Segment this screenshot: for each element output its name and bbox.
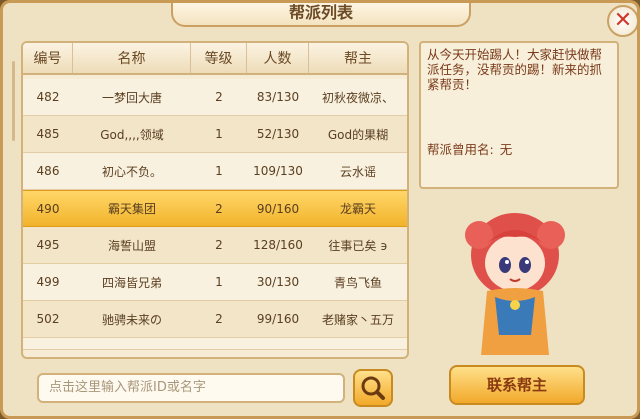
cell-leader: 云水谣 [339, 164, 376, 179]
table-header: 编号 名称 等级 人数 帮主 [23, 43, 407, 75]
cell-id: 502 [36, 312, 60, 326]
cell-level: 2 [215, 201, 223, 216]
guild-list-panel: 帮派列表 ✕ 编号 名称 等级 人数 帮主 482 一梦回大唐 2 83/130… [0, 0, 640, 419]
table-row[interactable]: 486 初心不负。 1 109/130 云水谣 [23, 153, 407, 190]
cell-leader: 青鸟飞鱼 [333, 275, 382, 290]
cell-members: 128/160 [253, 238, 303, 252]
cell-leader: 老赌家丶五万 [321, 312, 394, 327]
cell-level: 2 [215, 90, 223, 104]
cell-level: 1 [215, 275, 223, 289]
guild-table: 编号 名称 等级 人数 帮主 482 一梦回大唐 2 83/130 初秋夜微凉、… [21, 41, 409, 359]
cell-members: 90/160 [256, 201, 300, 216]
cell-id: 482 [36, 90, 60, 104]
cell-id: 499 [36, 275, 60, 289]
mascot-character-image [465, 205, 565, 355]
guild-notice-box: 从今天开始踢人！大家赶快做帮派任务，没帮贡的踢！新来的抓紧帮贡！ 帮派曾用名: 无 [419, 41, 619, 189]
list-scrollbar[interactable] [9, 41, 19, 361]
cell-name: 海誓山盟 [107, 238, 156, 253]
table-row[interactable]: 499 四海皆兄弟 1 30/130 青鸟飞鱼 [23, 264, 407, 301]
close-icon: ✕ [613, 8, 633, 33]
cell-leader: 初秋夜微凉、 [321, 90, 394, 105]
cell-members: 99/160 [256, 312, 300, 326]
cell-members: 30/130 [256, 275, 300, 289]
cell-members: 83/130 [256, 90, 300, 104]
table-row[interactable]: 485 God,,,,领域 1 52/130 God的果糊 [23, 116, 407, 153]
former-name-label: 帮派曾用名: [427, 142, 494, 157]
cell-members: 52/130 [256, 127, 300, 141]
table-row-selected[interactable]: 490 霸天集团 2 90/160 龙霸天 [23, 190, 407, 227]
cell-level: 2 [215, 312, 223, 326]
cell-id: 495 [36, 238, 60, 252]
table-row[interactable]: 502 驰骋未来の 2 99/160 老赌家丶五万 [23, 301, 407, 338]
cell-level: 1 [215, 127, 223, 141]
cell-leader: God的果糊 [327, 127, 389, 142]
cell-id: 490 [36, 201, 60, 216]
cell-leader: 往事已矣 ϶ [328, 238, 388, 253]
search-input[interactable]: 点击这里输入帮派ID或名字 [37, 373, 345, 403]
header-level: 等级 [191, 43, 247, 73]
cell-id: 486 [36, 164, 60, 178]
header-leader: 帮主 [344, 51, 372, 67]
header-id: 编号 [23, 43, 73, 73]
contact-leader-button[interactable]: 联系帮主 [449, 365, 585, 405]
table-row[interactable]: 495 海誓山盟 2 128/160 往事已矣 ϶ [23, 227, 407, 264]
cell-leader: 龙霸天 [339, 202, 376, 216]
cell-name: 四海皆兄弟 [101, 275, 162, 290]
cell-name: God,,,,领域 [100, 127, 164, 142]
cell-level: 1 [215, 164, 223, 178]
cell-members: 109/130 [253, 164, 303, 178]
table-row[interactable]: 482 一梦回大唐 2 83/130 初秋夜微凉、 [23, 79, 407, 116]
header-members: 人数 [247, 43, 309, 73]
former-name-value: 无 [499, 142, 513, 157]
cell-name: 初心不负。 [101, 164, 162, 179]
header-name: 名称 [73, 43, 191, 73]
cell-name: 霸天集团 [107, 202, 156, 216]
cell-name: 驰骋未来の [101, 312, 162, 327]
search-button[interactable] [353, 369, 393, 407]
close-button[interactable]: ✕ [607, 5, 637, 37]
guild-notice-text: 从今天开始踢人！大家赶快做帮派任务，没帮贡的踢！新来的抓紧帮贡！ [427, 47, 603, 92]
cell-id: 485 [36, 127, 60, 141]
cell-level: 2 [215, 238, 223, 252]
panel-title: 帮派列表 [171, 3, 471, 27]
former-name-line: 帮派曾用名: 无 [427, 139, 512, 158]
table-row-partial[interactable] [23, 338, 407, 350]
cell-name: 一梦回大唐 [101, 90, 162, 105]
magnifier-icon [361, 376, 385, 400]
